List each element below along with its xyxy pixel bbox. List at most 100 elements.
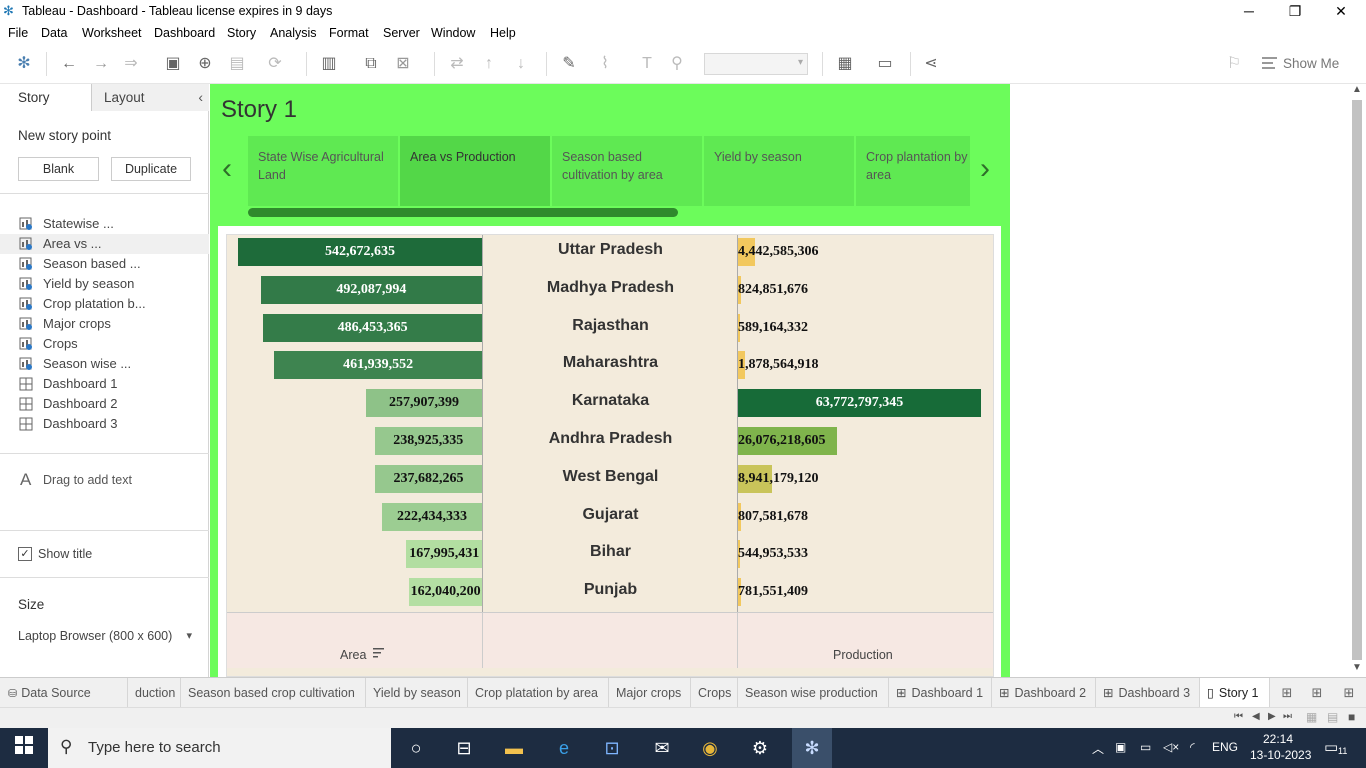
cortana-icon[interactable]: ○ [404,736,428,760]
tab-data-source[interactable]: ⛁ Data Source [0,678,128,708]
sheet-item-dashboard-2[interactable]: Dashboard 2 [0,394,209,414]
area-bar[interactable]: 222,434,333 [381,502,482,531]
notification-icon[interactable]: ▭ [1324,738,1338,756]
next-story-point-icon[interactable]: › [980,154,990,184]
sheet-item-statewise[interactable]: Statewise ... [0,214,209,234]
save-icon[interactable]: ▣ [162,53,184,75]
pin-icon[interactable]: ⚲ [666,53,688,75]
sheet-item-crops[interactable]: Crops [0,334,209,354]
tab-major-crops[interactable]: Major crops [609,678,691,708]
area-bar[interactable]: 486,453,365 [263,313,482,342]
area-bar[interactable]: 542,672,635 [238,238,482,266]
battery-icon[interactable]: ▭ [1140,740,1151,754]
menu-help[interactable]: Help [490,26,516,40]
story-point-state-wise[interactable]: State Wise Agricultural Land [248,136,398,206]
sheet-item-crop-platation[interactable]: Crop platation b... [0,294,209,314]
scroll-thumb[interactable] [1352,100,1362,660]
duplicate-button[interactable]: Duplicate [111,157,191,181]
undo-icon[interactable]: ← [58,53,80,75]
store-icon[interactable]: ⊡ [600,736,624,760]
menu-story[interactable]: Story [227,26,256,40]
story-point-crop-plantation[interactable]: Crop plantation by area [856,136,970,206]
label-icon[interactable]: T [636,53,658,75]
new-data-source-icon[interactable]: ⊕ [194,53,216,75]
fit-dropdown[interactable] [704,53,808,75]
menu-file[interactable]: File [8,26,28,40]
close-button[interactable]: ✕ [1318,2,1364,20]
next-sheet-icon[interactable]: ▶ [1268,711,1276,722]
prev-sheet-icon[interactable]: ◀ [1252,711,1260,722]
attach-icon[interactable]: ⌇ [594,53,616,75]
tab-story[interactable]: Story [0,84,92,111]
area-bar[interactable]: 167,995,431 [406,540,482,569]
drag-to-add-text[interactable]: Drag to add text [43,473,132,487]
sheet-item-season-wise[interactable]: Season wise ... [0,354,209,374]
volume-muted-icon[interactable]: ◁× [1163,740,1179,754]
sheet-item-area-vs[interactable]: Area vs ... [0,234,209,254]
new-worksheet-tab-icon[interactable]: ⊞ [1276,682,1298,704]
show-hide-cards-icon[interactable]: ▦ [834,53,856,75]
area-bar[interactable]: 162,040,200 [409,578,482,607]
tableau-logo-icon[interactable]: ✻ [13,53,35,75]
area-bar[interactable]: 492,087,994 [260,275,482,304]
minimize-button[interactable]: ─ [1226,2,1272,20]
canvas-vertical-scrollbar[interactable]: ▲ ▼ [1349,84,1366,677]
tab-layout[interactable]: Layout [92,84,209,111]
tableau-taskbar-icon[interactable]: ✻ [792,728,832,768]
tab-dashboard-2[interactable]: ⊞ Dashboard 2 [992,678,1096,708]
replay-icon[interactable]: ⇒ [120,53,142,75]
tab-yield-by-season[interactable]: Yield by season [366,678,468,708]
new-dashboard-tab-icon[interactable]: ⊞ [1306,682,1328,704]
tab-season-based-crop[interactable]: Season based crop cultivation [181,678,366,708]
story-point-area-vs-production[interactable]: Area vs Production [400,136,550,206]
sort-descending-icon[interactable] [373,646,385,665]
show-me-button[interactable]: Show Me [1283,56,1339,71]
presentation-mode-icon[interactable]: ▭ [874,53,896,75]
chrome-icon[interactable]: ◉ [698,736,722,760]
task-view-icon[interactable]: ⊟ [452,736,476,760]
tray-chevron-icon[interactable]: ︿ [1092,740,1104,757]
tab-dashboard-3[interactable]: ⊞ Dashboard 3 [1096,678,1200,708]
windows-start-icon[interactable] [12,736,36,760]
restore-button[interactable]: ❐ [1272,2,1318,20]
size-dropdown[interactable]: Laptop Browser (800 x 600) [18,629,192,643]
first-sheet-icon[interactable]: ⏮ [1234,711,1243,722]
menu-format[interactable]: Format [329,26,369,40]
area-bar[interactable]: 237,682,265 [375,464,482,493]
scroll-down-icon[interactable]: ▼ [1352,662,1362,673]
area-bar[interactable]: 461,939,552 [274,351,482,380]
last-sheet-icon[interactable]: ⏭ [1283,711,1292,722]
blank-button[interactable]: Blank [18,157,99,181]
tab-dashboard-1[interactable]: ⊞ Dashboard 1 [889,678,992,708]
clock-date[interactable]: 13-10-2023 [1250,748,1311,762]
story-point-season-based[interactable]: Season based cultivation by area [552,136,702,206]
show-title-checkbox[interactable]: ✓ [18,547,32,561]
settings-gear-icon[interactable]: ⚙ [748,736,772,760]
menu-dashboard[interactable]: Dashboard [154,26,215,40]
story-point-yield-by-season[interactable]: Yield by season [704,136,854,206]
edge-icon[interactable]: e [552,736,576,760]
language-indicator[interactable]: ENG [1212,740,1238,754]
sheet-item-yield-by-season[interactable]: Yield by season [0,274,209,294]
sheet-item-season-based[interactable]: Season based ... [0,254,209,274]
sheet-sorter-icon[interactable]: ▦ [1306,710,1317,724]
new-worksheet-icon[interactable]: ▥ [318,53,340,75]
scroll-up-icon[interactable]: ▲ [1352,84,1362,95]
menu-worksheet[interactable]: Worksheet [82,26,142,40]
sheet-item-dashboard-1[interactable]: Dashboard 1 [0,374,209,394]
area-bar[interactable]: 257,907,399 [366,389,482,418]
clear-sheet-icon[interactable]: ⊠ [392,53,414,75]
tab-story-1[interactable]: ▯ Story 1 [1200,678,1270,708]
clock-time[interactable]: 22:14 [1263,732,1293,746]
new-story-tab-icon[interactable]: ⊞ [1338,682,1360,704]
menu-server[interactable]: Server [383,26,420,40]
paste-icon[interactable]: ▤ [226,53,248,75]
tabs-view-icon[interactable]: ■ [1348,710,1355,724]
highlight-icon[interactable]: ✎ [558,53,580,75]
area-bar[interactable]: 238,925,335 [374,427,482,455]
share-icon[interactable]: ⋖ [920,53,942,75]
prev-story-point-icon[interactable]: ‹ [222,154,232,184]
tab-production-partial[interactable]: duction [128,678,181,708]
sort-descending-icon[interactable]: ↓ [510,53,532,75]
tab-crop-platation[interactable]: Crop platation by area [468,678,609,708]
